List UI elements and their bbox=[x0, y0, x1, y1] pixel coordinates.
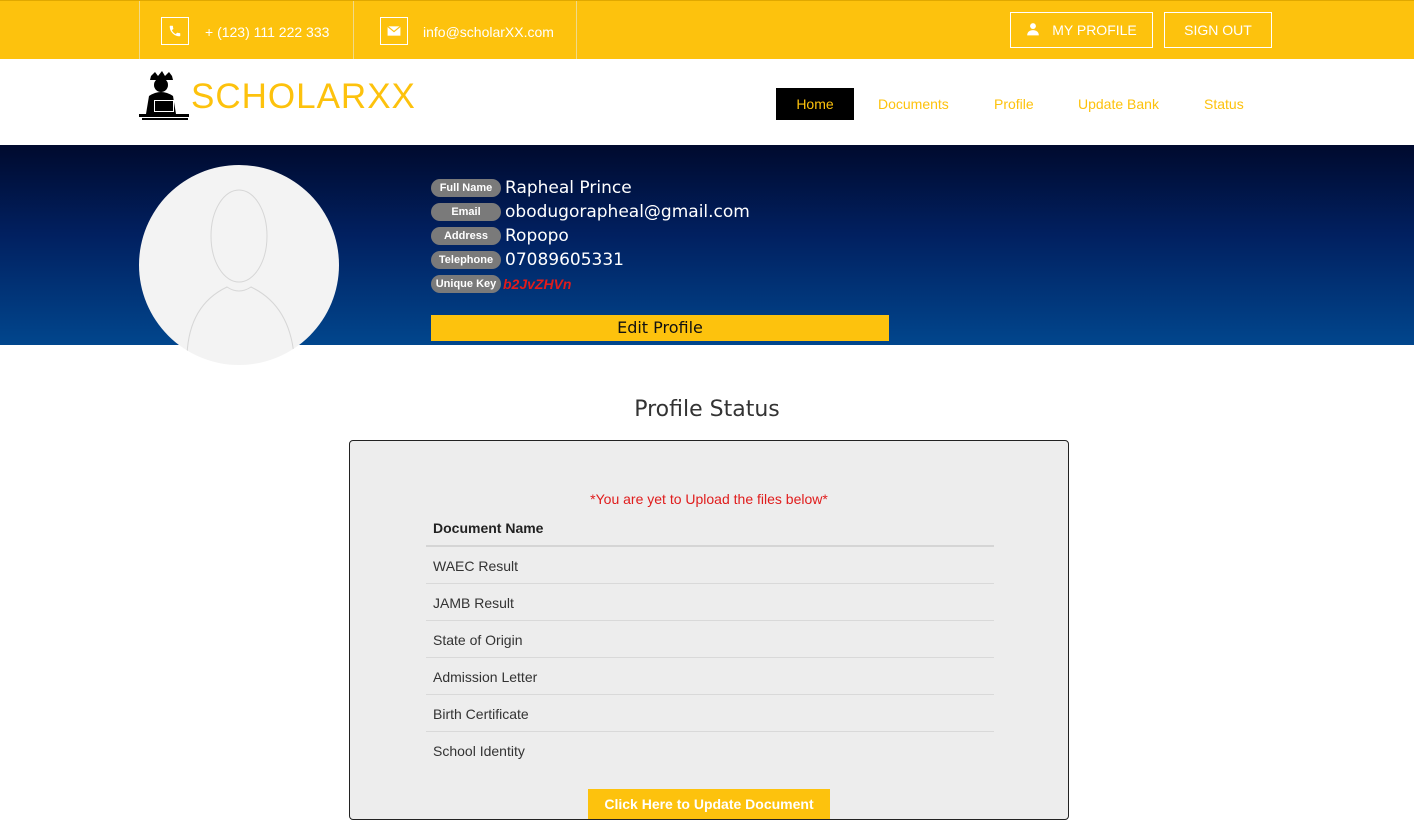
document-name: Birth Certificate bbox=[433, 706, 529, 722]
edit-profile-button[interactable]: Edit Profile bbox=[431, 315, 889, 341]
column-header-document-name: Document Name bbox=[433, 520, 544, 536]
full-name-value: Rapheal Prince bbox=[505, 178, 632, 198]
nav-update-bank[interactable]: Update Bank bbox=[1078, 88, 1159, 120]
email-value: obodugorapheal@gmail.com bbox=[505, 202, 750, 222]
table-row: WAEC Result bbox=[426, 547, 994, 584]
brand-name[interactable]: SCHOLARXX bbox=[191, 78, 416, 116]
table-row: Admission Letter bbox=[426, 658, 994, 695]
email-row: Email obodugorapheal@gmail.com bbox=[431, 202, 750, 222]
nav-profile[interactable]: Profile bbox=[994, 88, 1034, 120]
unique-key-row: Unique Key b2JvZHVn bbox=[431, 274, 571, 294]
nav-home[interactable]: Home bbox=[776, 88, 854, 120]
table-row: Birth Certificate bbox=[426, 695, 994, 732]
table-row: School Identity bbox=[426, 732, 994, 769]
unique-key-value: b2JvZHVn bbox=[503, 276, 572, 292]
document-name: WAEC Result bbox=[433, 558, 519, 574]
table-row: JAMB Result bbox=[426, 584, 994, 621]
address-value: Ropopo bbox=[505, 226, 569, 246]
upload-warning: *You are yet to Upload the files below* bbox=[590, 491, 828, 507]
document-name: JAMB Result bbox=[433, 595, 514, 611]
telephone-value: 07089605331 bbox=[505, 250, 624, 270]
divider bbox=[139, 1, 140, 59]
logo-icon[interactable] bbox=[139, 70, 191, 122]
address-label: Address bbox=[431, 227, 501, 245]
nav-documents[interactable]: Documents bbox=[878, 88, 949, 120]
top-bar: + (123) 111 222 333 info@scholarXX.com M… bbox=[0, 0, 1414, 59]
user-silhouette-icon bbox=[186, 189, 295, 356]
divider bbox=[353, 1, 354, 59]
document-name: School Identity bbox=[433, 743, 525, 759]
document-name: Admission Letter bbox=[433, 669, 538, 685]
unique-key-label: Unique Key bbox=[431, 275, 501, 293]
user-icon bbox=[1026, 22, 1040, 39]
sign-out-button[interactable]: SIGN OUT bbox=[1164, 12, 1272, 48]
status-panel: *You are yet to Upload the files below* … bbox=[349, 440, 1069, 820]
full-name-row: Full Name Rapheal Prince bbox=[431, 178, 632, 198]
divider bbox=[576, 1, 577, 59]
nav-status[interactable]: Status bbox=[1204, 88, 1244, 120]
email-label: Email bbox=[431, 203, 501, 221]
contact-email-link[interactable]: info@scholarXX.com bbox=[423, 24, 554, 40]
address-row: Address Ropopo bbox=[431, 226, 569, 246]
phone-icon bbox=[161, 17, 189, 45]
update-document-button[interactable]: Click Here to Update Document bbox=[588, 789, 830, 819]
my-profile-label: MY PROFILE bbox=[1052, 22, 1137, 38]
full-name-label: Full Name bbox=[431, 179, 501, 197]
sign-out-label: SIGN OUT bbox=[1184, 22, 1252, 38]
avatar bbox=[139, 165, 339, 365]
document-name: State of Origin bbox=[433, 632, 523, 648]
my-profile-button[interactable]: MY PROFILE bbox=[1010, 12, 1153, 48]
table-row: State of Origin bbox=[426, 621, 994, 658]
page-title: Profile Status bbox=[634, 397, 780, 422]
telephone-label: Telephone bbox=[431, 251, 501, 269]
mail-icon bbox=[380, 17, 408, 45]
phone-number: + (123) 111 222 333 bbox=[205, 24, 330, 40]
telephone-row: Telephone 07089605331 bbox=[431, 250, 624, 270]
